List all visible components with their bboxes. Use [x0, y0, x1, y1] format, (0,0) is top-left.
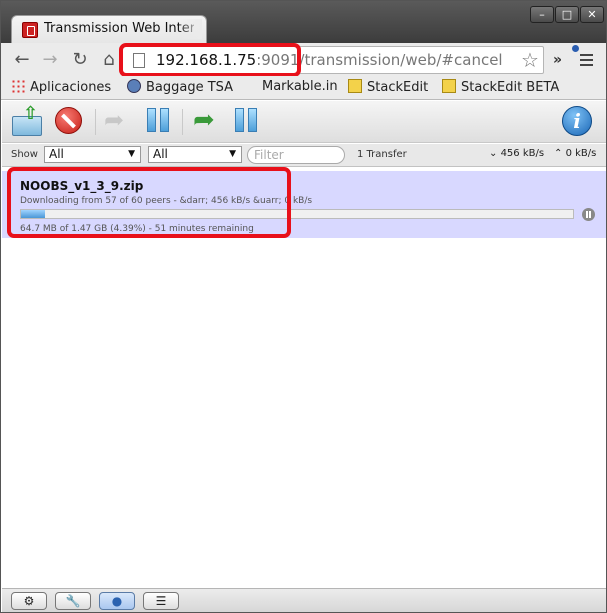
title-bar: Transmission Web Interface – □ ✕	[1, 1, 606, 43]
tracker-filter-select[interactable]: All ▼	[148, 146, 242, 163]
browser-toolbar: ← → ↻ ⌂ 192.168.1.75:9091/transmission/w…	[1, 43, 606, 77]
resume-button[interactable]: ➦	[104, 106, 134, 136]
bookmark-baggage-tsa[interactable]: Baggage TSA	[127, 79, 233, 97]
filter-input[interactable]: Filter	[247, 146, 345, 164]
close-button[interactable]: ✕	[580, 6, 604, 23]
pause-icon	[147, 108, 156, 132]
compact-view-icon: ☰	[155, 594, 167, 608]
back-arrow-icon[interactable]: ←	[11, 49, 33, 71]
pause-all-button[interactable]	[233, 106, 263, 136]
remove-icon	[55, 107, 82, 134]
stackedit-beta-icon	[442, 79, 456, 93]
show-label: Show	[11, 149, 38, 160]
resume-icon: ➦	[104, 106, 125, 134]
bookmark-star-icon[interactable]: ☆	[521, 48, 539, 72]
extensions-overflow[interactable]: »	[553, 52, 562, 68]
speed-limit-button[interactable]: ●	[99, 592, 135, 610]
extension-icon[interactable]	[572, 45, 579, 52]
filter-bar: Show All ▼ All ▼ Filter 1 Transfer ⌄ 456…	[2, 144, 606, 167]
minimize-button[interactable]: –	[530, 6, 554, 23]
forward-arrow-icon[interactable]: →	[39, 49, 61, 71]
preferences-button[interactable]: 🔧	[55, 592, 91, 610]
resume-all-icon: ➦	[193, 105, 215, 135]
resume-all-button[interactable]: ➦	[193, 106, 223, 136]
stackedit-icon	[348, 79, 362, 93]
url-highlight-outline	[119, 43, 301, 77]
open-torrent-button[interactable]: ⇧	[12, 105, 42, 136]
gear-icon: ⚙	[23, 594, 35, 608]
browser-window: Transmission Web Interface – □ ✕ ← → ↻ ⌂…	[0, 0, 607, 613]
torrent-highlight-outline	[7, 167, 291, 238]
settings-button[interactable]: ⚙	[11, 592, 47, 610]
bookmark-stackedit-beta[interactable]: StackEdit BETA	[442, 79, 559, 97]
chevron-down-icon: ▼	[128, 149, 135, 159]
upload-speed: ⌃ 0 kB/s	[554, 148, 597, 159]
footer-toolbar: ⚙ 🔧 ● ☰	[2, 588, 606, 612]
bookmarks-bar: Aplicaciones Baggage TSA Markable.in Sta…	[1, 76, 606, 100]
tab-title: Transmission Web Interface	[44, 21, 194, 36]
reload-icon[interactable]: ↻	[69, 49, 91, 71]
pause-all-icon	[235, 108, 244, 132]
pause-button[interactable]	[145, 106, 175, 136]
turtle-icon: ●	[111, 594, 123, 608]
transmission-toolbar: ⇧ ➦ ➦ i	[2, 101, 606, 143]
apps-grid-icon	[11, 79, 25, 93]
browser-tab[interactable]: Transmission Web Interface	[11, 15, 207, 43]
toolbar-divider	[182, 109, 183, 135]
download-speed: ⌄ 456 kB/s	[489, 148, 545, 159]
pause-circle-icon[interactable]	[582, 208, 595, 221]
chevron-down-icon: ▼	[229, 149, 236, 159]
wrench-icon: 🔧	[65, 594, 81, 608]
state-filter-select[interactable]: All ▼	[44, 146, 141, 163]
home-icon[interactable]: ⌂	[98, 49, 120, 71]
bookmark-markable[interactable]: Markable.in	[262, 79, 338, 97]
maximize-button[interactable]: □	[555, 6, 579, 23]
globe-icon	[127, 79, 141, 93]
transmission-favicon-icon	[22, 22, 38, 38]
inspector-button[interactable]: i	[562, 106, 592, 136]
info-icon: i	[562, 106, 592, 136]
transfer-count: 1 Transfer	[357, 149, 407, 160]
menu-icon[interactable]	[580, 54, 593, 66]
toolbar-divider	[95, 109, 96, 135]
bookmark-stackedit[interactable]: StackEdit	[348, 79, 428, 97]
compact-view-button[interactable]: ☰	[143, 592, 179, 610]
remove-torrent-button[interactable]	[54, 106, 84, 136]
bookmark-apps[interactable]: Aplicaciones	[11, 79, 111, 97]
